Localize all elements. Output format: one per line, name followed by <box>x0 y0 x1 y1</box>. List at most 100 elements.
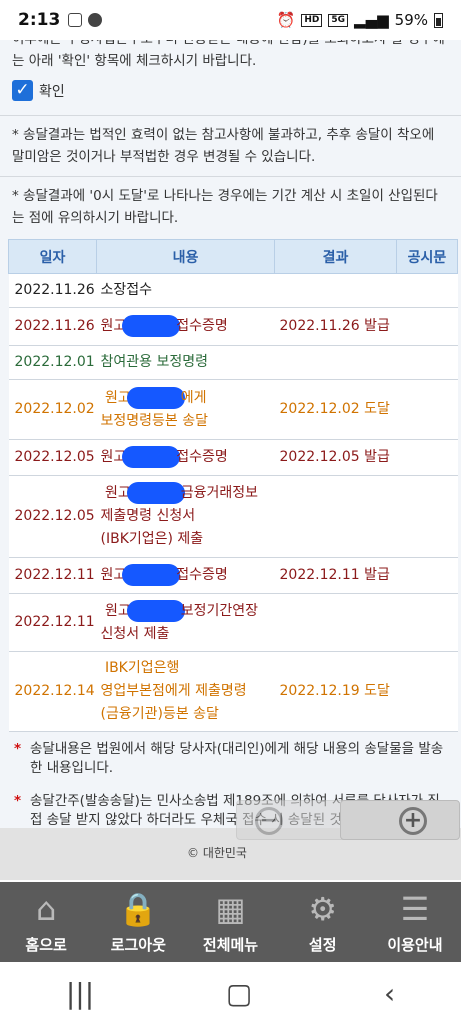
row-notice <box>396 307 458 346</box>
row-content-part: 에게 <box>180 389 207 406</box>
row-content: 소장접수 <box>96 273 275 308</box>
zoom-in-icon: + <box>399 807 427 835</box>
row-date: 2022.12.05 <box>8 475 97 558</box>
zoom-in-button[interactable]: + <box>340 800 460 840</box>
battery-icon <box>434 12 443 28</box>
asterisk-icon: * <box>14 793 22 809</box>
row-content-part: (IBK기업은) 제출 <box>100 531 204 547</box>
row-date: 2022.12.05 <box>8 439 97 476</box>
row-content-part: 제출명령 신청서 <box>100 508 196 524</box>
notice-note-2: * 송달결과에 '0시 도달'로 나타나는 경우에는 기간 계산 시 초일이 산… <box>12 188 438 226</box>
row-date: 2022.11.26 <box>8 273 97 308</box>
row-result <box>274 593 397 652</box>
row-content: IBK기업은행 영업부본점에게 제출명령 (금융기관)등본 송달 <box>96 651 275 732</box>
recent-apps-button[interactable]: ||| <box>66 977 94 1010</box>
row-notice <box>396 345 458 380</box>
table-row: 2022.12.14 IBK기업은행 영업부본점에게 제출명령 (금융기관)등본… <box>8 651 458 732</box>
row-result: 2022.12.11 발급 <box>274 557 397 594</box>
row-date: 2022.12.11 <box>8 593 97 652</box>
system-nav-bar: ||| ▢ ‹ <box>0 962 461 1024</box>
row-result: 2022.12.02 도달 <box>274 379 397 440</box>
row-content-part: 신청서 제출 <box>100 625 170 642</box>
nav-guide[interactable]: ☰ 이용안내 <box>369 882 461 962</box>
row-result: 2022.12.05 발급 <box>274 439 397 476</box>
row-notice <box>396 651 458 732</box>
redaction-mark <box>126 386 185 409</box>
row-content: 원고 접수증명 <box>96 557 275 594</box>
home-button[interactable]: ▢ <box>226 977 252 1010</box>
redaction-mark <box>122 315 181 337</box>
header-date: 일자 <box>8 239 97 274</box>
note-item: * 송달내용은 법원에서 해당 당사자(대리인)에게 해당 내용의 송달물을 발… <box>14 740 449 778</box>
nav-settings[interactable]: ⚙ 설정 <box>277 882 369 962</box>
zoom-out-button[interactable]: − <box>236 800 356 840</box>
table-row: 2022.11.26 소장접수 <box>8 273 458 308</box>
row-date: 2022.12.02 <box>8 379 97 440</box>
nav-label: 로그아웃 <box>110 935 166 954</box>
row-date: 2022.12.14 <box>8 651 97 732</box>
confirm-label: 확인 <box>39 83 65 100</box>
redaction-mark <box>126 599 185 622</box>
row-notice <box>396 557 458 594</box>
row-notice <box>396 273 458 308</box>
guide-icon: ☰ <box>400 889 430 928</box>
table-row: 2022.12.01 참여관용 보정명령 <box>8 345 458 380</box>
row-result <box>274 475 397 558</box>
alarm-icon: ⏰ <box>276 11 296 29</box>
row-result <box>274 345 397 380</box>
grid-icon: ▦ <box>215 889 246 928</box>
notification-icon <box>68 13 83 27</box>
hd-icon: HD <box>301 13 323 27</box>
row-result <box>274 273 397 308</box>
confirm-row[interactable]: ✓ 확인 <box>0 72 461 107</box>
row-result: 2022.12.19 도달 <box>274 651 397 732</box>
lock-icon: 🔒 <box>118 889 159 928</box>
row-content-part: IBK기업은행 <box>104 660 180 676</box>
note-text: 송달내용은 법원에서 해당 당사자(대리인)에게 해당 내용의 송달물을 발송한… <box>30 741 444 776</box>
row-date: 2022.12.01 <box>8 345 97 380</box>
redaction-mark <box>122 446 181 468</box>
copyright: © 대한민국 <box>187 846 247 860</box>
row-result: 2022.11.26 발급 <box>274 307 397 346</box>
row-notice <box>396 593 458 652</box>
nav-label: 전체메뉴 <box>202 935 259 954</box>
nav-label: 이용안내 <box>387 935 443 954</box>
zoom-out-icon: − <box>255 807 283 835</box>
row-content: 원고 금융거래정보 제출명령 신청서 (IBK기업은) 제출 <box>96 475 275 558</box>
row-content: 원고 접수증명 <box>96 307 275 346</box>
status-time: 2:13 <box>18 10 61 30</box>
row-notice <box>396 439 458 476</box>
row-notice <box>396 475 458 558</box>
settings-icon: ⚙ <box>308 889 338 928</box>
nav-home[interactable]: ⌂ 홈으로 <box>0 882 92 962</box>
bottom-nav: ⌂ 홈으로 🔒 로그아웃 ▦ 전체메뉴 ⚙ 설정 ☰ 이용안내 <box>0 882 461 962</box>
row-notice <box>396 379 458 440</box>
nav-logout[interactable]: 🔒 로그아웃 <box>92 882 184 962</box>
row-date: 2022.12.11 <box>8 557 97 594</box>
nav-all-menu[interactable]: ▦ 전체메뉴 <box>184 882 276 962</box>
header-result: 결과 <box>274 239 397 274</box>
notice-top: 이후에는 우정사업본부로부터 전송받은 내용에 한함)를 조회하고자 할 경우에… <box>12 40 445 69</box>
redaction-mark <box>126 482 185 504</box>
header-content: 내용 <box>96 239 275 274</box>
row-date: 2022.11.26 <box>8 307 97 346</box>
notification-icon-2 <box>88 13 103 27</box>
signal-icon: ▂▄▆ <box>354 11 389 29</box>
row-content-part: 보정명령등본 송달 <box>100 412 209 429</box>
battery-level: 59% <box>394 11 428 29</box>
row-content: 원고 접수증명 <box>96 439 275 476</box>
back-button[interactable]: ‹ <box>384 977 395 1010</box>
table-row: 2022.11.26 원고 접수증명 2022.11.26 발급 <box>8 307 458 346</box>
row-content-part: (금융기관)등본 송달 <box>100 706 219 722</box>
table-row: 2022.12.11 원고 보정기간연장 신청서 제출 <box>8 593 458 652</box>
divider <box>0 115 461 116</box>
nav-label: 설정 <box>308 935 337 954</box>
nav-label: 홈으로 <box>25 935 67 954</box>
confirm-checkbox[interactable]: ✓ <box>12 80 33 101</box>
table-row: 2022.12.05 원고 접수증명 2022.12.05 발급 <box>8 439 458 476</box>
home-icon: ⌂ <box>35 889 57 928</box>
row-content-part: 접수증명 <box>176 567 228 583</box>
delivery-table: 일자 내용 결과 공시문 2022.11.26 소장접수 2022.11.26 … <box>8 239 458 732</box>
network-icon: 5G <box>328 13 349 27</box>
status-bar: 2:13 ⏰ HD 5G ▂▄▆ 59% <box>0 0 461 40</box>
